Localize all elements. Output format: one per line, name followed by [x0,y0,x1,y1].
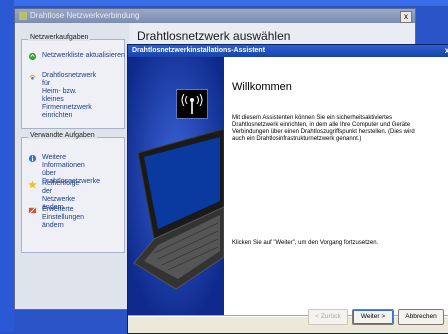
related-tasks-group: Verwandte Aufgaben Weitere Informationen… [21,132,125,253]
back-window-titlebar[interactable]: Drahtlose Netzwerkverbindung [15,9,415,23]
wizard-titlebar[interactable]: Drahtlosnetzwerkinstallations-Assistent [128,45,448,57]
intro-text: Mit diesem Assistenten können Sie ein si… [232,115,415,142]
refresh-icon [28,52,37,61]
star-icon [28,180,37,189]
cancel-button[interactable]: Abbrechen [398,309,444,325]
instruction-text: Klicken Sie auf "Weiter", um den Vorgang… [232,240,379,246]
wizard-close-button[interactable]: x [442,46,448,56]
network-tasks-group: Netzwerkaufgaben Netzwerkliste aktualisi… [21,34,125,129]
info-icon [28,154,37,163]
next-button[interactable]: Weiter > [352,309,394,325]
wizard-title: Drahtlosnetzwerkinstallations-Assistent [132,47,266,54]
task-label: Drahtlosnetzwerk für Heim- bzw. kleines … [42,72,97,119]
page-title: Drahtlosnetzwerk auswählen [137,29,291,43]
welcome-heading: Willkommen [232,81,292,93]
network-tasks-header: Netzwerkaufgaben [28,34,91,41]
wireless-setup-wizard: Drahtlosnetzwerkinstallations-Assistent … [127,44,448,334]
network-icon [19,11,27,20]
desktop-top-strip [0,0,448,6]
back-window-title: Drahtlose Netzwerkverbindung [30,11,140,20]
related-tasks-header: Verwandte Aufgaben [28,132,97,139]
desktop-left-edge [0,0,14,332]
wizard-banner [128,57,224,315]
wireless-setup-icon [29,74,36,80]
task-label: Erweiterte Einstellungen ändern [42,206,85,229]
wireless-antenna-icon [176,89,208,119]
back-window-close-button[interactable]: x [400,11,412,23]
wizard-content: Willkommen Mit diesem Assistenten können… [224,57,448,315]
back-button[interactable]: < Zurück [308,309,348,325]
task-panel: Netzwerkaufgaben Netzwerkliste aktualisi… [15,23,129,309]
task-label: Netzwerkliste aktualisieren [42,52,125,59]
settings-icon [28,207,37,214]
